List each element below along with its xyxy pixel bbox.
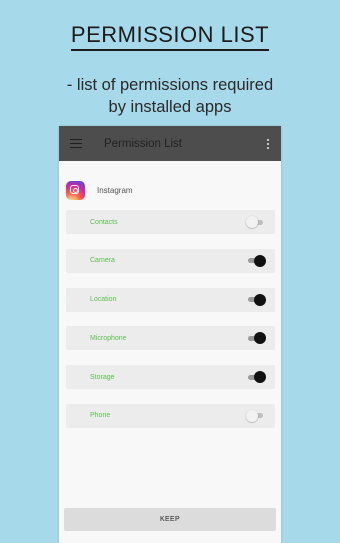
permission-toggle[interactable] xyxy=(246,216,266,228)
permission-label: Storage xyxy=(90,373,115,381)
permission-row-microphone[interactable]: Microphone xyxy=(66,326,275,351)
keep-button[interactable]: KEEP xyxy=(64,508,276,531)
permission-row-location[interactable]: Location xyxy=(66,287,275,312)
promo-subtitle-line2: by installed apps xyxy=(108,98,232,116)
promo-subtitle: - list of permissions required by instal… xyxy=(0,74,340,118)
app-name: Instagram xyxy=(97,185,133,195)
promo-headline-text: PERMISSION LIST xyxy=(70,22,270,51)
permission-row-phone[interactable]: Phone xyxy=(66,403,275,428)
instagram-icon xyxy=(66,180,85,200)
permission-toggle[interactable] xyxy=(246,293,266,306)
permission-row-camera[interactable]: Camera xyxy=(66,248,275,273)
permission-toggle[interactable] xyxy=(246,371,266,384)
permission-toggle[interactable] xyxy=(246,254,266,267)
permission-label: Contacts xyxy=(90,218,118,226)
hamburger-icon[interactable] xyxy=(70,138,82,149)
permission-label: Microphone xyxy=(90,334,127,342)
permission-row-contacts[interactable]: Contacts xyxy=(66,210,275,234)
promo-subtitle-line1: - list of permissions required xyxy=(66,76,274,94)
app-bar: Permission List xyxy=(59,126,281,161)
promo-headline: PERMISSION LIST xyxy=(0,22,340,51)
permission-toggle[interactable] xyxy=(246,409,266,422)
permission-list: Contacts Camera Location Microphone Stor… xyxy=(59,210,281,428)
app-bar-title: Permission List xyxy=(104,137,182,150)
permission-toggle[interactable] xyxy=(246,332,266,345)
permission-label: Camera xyxy=(90,257,115,265)
permission-label: Location xyxy=(90,296,117,304)
phone-screen: Permission List Instagram Contacts Camer… xyxy=(59,126,281,543)
app-entry[interactable]: Instagram xyxy=(59,176,281,204)
more-vert-icon[interactable] xyxy=(261,138,275,149)
permission-row-storage[interactable]: Storage xyxy=(66,365,275,390)
permission-label: Phone xyxy=(90,412,111,420)
